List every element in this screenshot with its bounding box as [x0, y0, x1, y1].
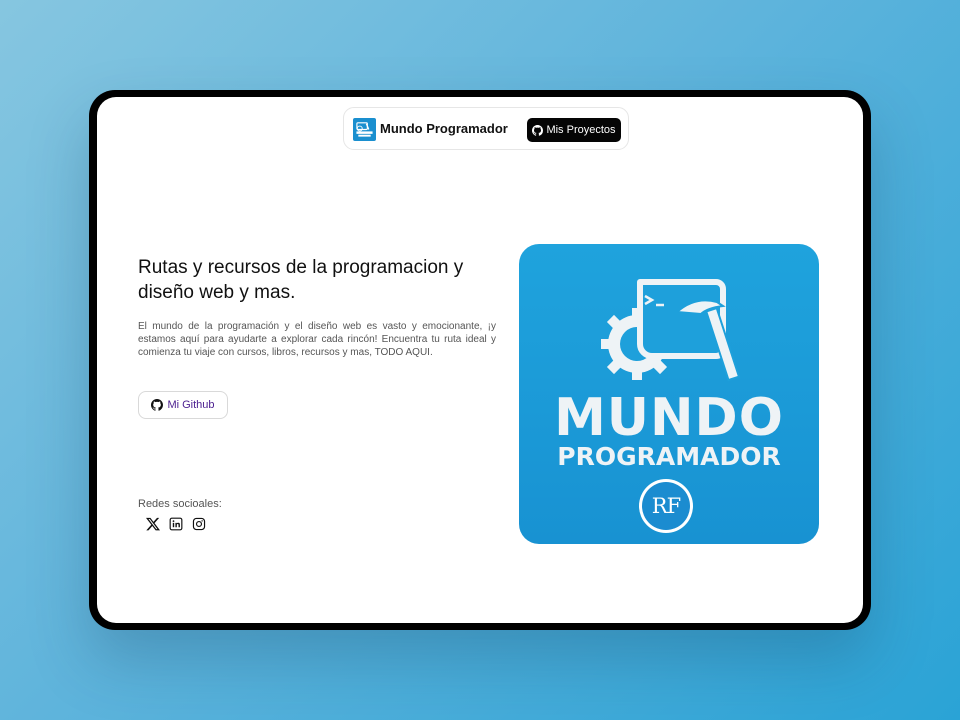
- my-github-label: Mi Github: [167, 399, 215, 411]
- github-icon: [532, 124, 544, 136]
- brand-image-line1: MUNDO: [554, 388, 784, 448]
- computer-gear-hammer-icon: [601, 279, 741, 382]
- github-icon: [151, 399, 164, 411]
- rf-badge: RF: [639, 479, 693, 533]
- social-label: Redes socioales:: [138, 498, 222, 510]
- mundo-programador-logo-icon[interactable]: [353, 118, 376, 141]
- device-frame: Mundo Programador Mis Proyectos Rutas y …: [89, 90, 871, 630]
- my-projects-button[interactable]: Mis Proyectos: [527, 118, 621, 142]
- social-links: [146, 517, 206, 531]
- linkedin-icon[interactable]: [169, 517, 183, 531]
- hero-title: Rutas y recursos de la programacion y di…: [138, 257, 464, 303]
- brand-image-line2: PROGRAMADOR: [557, 442, 781, 471]
- my-github-button[interactable]: Mi Github: [138, 391, 228, 419]
- brand-title[interactable]: Mundo Programador: [380, 121, 508, 136]
- brand-image: MUNDO PROGRAMADOR RF: [519, 244, 819, 544]
- x-icon[interactable]: [146, 517, 160, 531]
- instagram-icon[interactable]: [192, 517, 206, 531]
- page-screen: Mundo Programador Mis Proyectos Rutas y …: [97, 97, 863, 623]
- navbar: Mundo Programador Mis Proyectos: [343, 107, 629, 150]
- my-projects-label: Mis Proyectos: [546, 124, 616, 136]
- rf-badge-text: RF: [642, 482, 690, 530]
- hero-description: El mundo de la programación y el diseño …: [138, 321, 496, 358]
